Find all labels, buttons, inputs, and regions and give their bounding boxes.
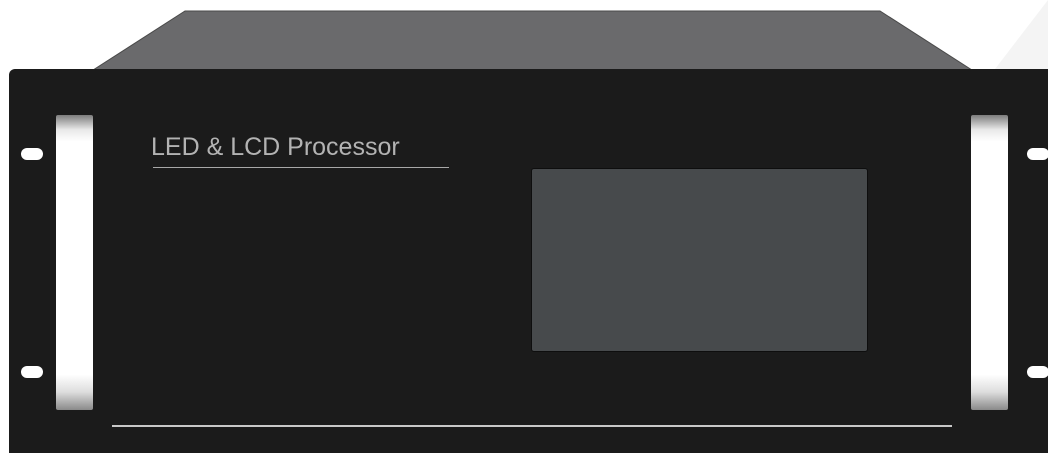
rack-handle-right[interactable] [971, 115, 1008, 410]
front-panel [9, 69, 1048, 453]
device-illustration: LED & LCD Processor [0, 0, 1048, 453]
rack-mount-hole-top-left [21, 148, 43, 160]
panel-base-line [112, 425, 952, 427]
brand-underline [153, 167, 449, 168]
rack-mount-hole-bottom-right [1027, 366, 1048, 378]
brand-label: LED & LCD Processor [151, 133, 400, 161]
lcd-screen[interactable] [531, 168, 868, 352]
chassis-top-cover [88, 10, 977, 73]
rack-mount-hole-bottom-left [21, 366, 43, 378]
rack-handle-left[interactable] [56, 115, 93, 410]
rack-mount-hole-top-right [1027, 148, 1048, 160]
